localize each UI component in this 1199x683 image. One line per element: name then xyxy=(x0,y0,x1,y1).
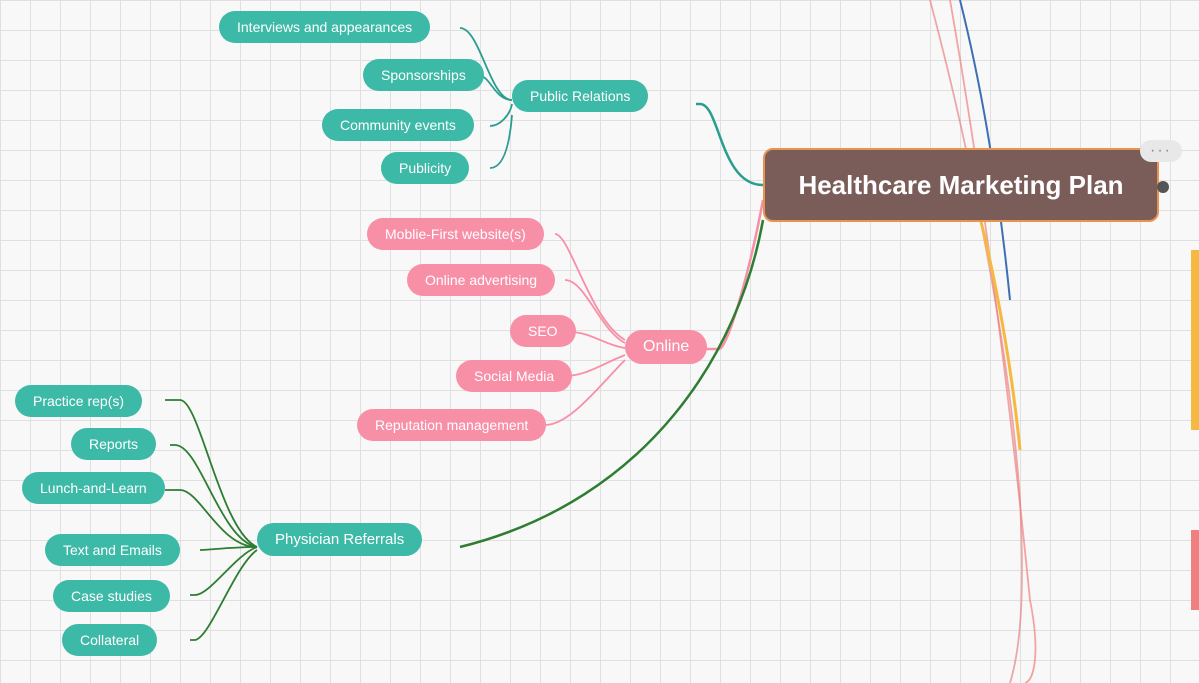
reputation-management-label: Reputation management xyxy=(375,417,528,433)
community-events-label: Community events xyxy=(340,117,456,133)
community-events-node[interactable]: Community events xyxy=(322,109,474,141)
text-and-emails-node[interactable]: Text and Emails xyxy=(45,534,180,566)
sponsorships-label: Sponsorships xyxy=(381,67,466,83)
social-media-node[interactable]: Social Media xyxy=(456,360,572,392)
case-studies-label: Case studies xyxy=(71,588,152,604)
reputation-management-node[interactable]: Reputation management xyxy=(357,409,546,441)
seo-label: SEO xyxy=(528,323,558,339)
physician-referrals-node[interactable]: Physician Referrals xyxy=(257,523,422,556)
mobile-first-label: Moblie-First website(s) xyxy=(385,226,526,242)
case-studies-node[interactable]: Case studies xyxy=(53,580,170,612)
right-salmon-strip xyxy=(1191,530,1199,610)
practice-reps-node[interactable]: Practice rep(s) xyxy=(15,385,142,417)
online-label: Online xyxy=(643,338,689,356)
seo-node[interactable]: SEO xyxy=(510,315,576,347)
publicity-node[interactable]: Publicity xyxy=(381,152,469,184)
public-relations-node[interactable]: Public Relations xyxy=(512,80,648,112)
collateral-node[interactable]: Collateral xyxy=(62,624,157,656)
text-and-emails-label: Text and Emails xyxy=(63,542,162,558)
lunch-and-learn-label: Lunch-and-Learn xyxy=(40,480,147,496)
practice-reps-label: Practice rep(s) xyxy=(33,393,124,409)
interviews-label: Interviews and appearances xyxy=(237,19,412,35)
central-node-connector-dot xyxy=(1157,181,1169,193)
social-media-label: Social Media xyxy=(474,368,554,384)
central-node-menu[interactable]: ··· xyxy=(1140,140,1182,162)
central-node-label: Healthcare Marketing Plan xyxy=(798,170,1123,201)
public-relations-label: Public Relations xyxy=(530,88,630,104)
mobile-first-node[interactable]: Moblie-First website(s) xyxy=(367,218,544,250)
online-advertising-label: Online advertising xyxy=(425,272,537,288)
right-orange-strip xyxy=(1191,250,1199,430)
online-advertising-node[interactable]: Online advertising xyxy=(407,264,555,296)
publicity-label: Publicity xyxy=(399,160,451,176)
central-node[interactable]: Healthcare Marketing Plan xyxy=(763,148,1159,222)
interviews-appearances-node[interactable]: Interviews and appearances xyxy=(219,11,430,43)
lunch-and-learn-node[interactable]: Lunch-and-Learn xyxy=(22,472,165,504)
online-node[interactable]: Online xyxy=(625,330,707,364)
reports-node[interactable]: Reports xyxy=(71,428,156,460)
collateral-label: Collateral xyxy=(80,632,139,648)
reports-label: Reports xyxy=(89,436,138,452)
physician-referrals-label: Physician Referrals xyxy=(275,531,404,548)
sponsorships-node[interactable]: Sponsorships xyxy=(363,59,484,91)
